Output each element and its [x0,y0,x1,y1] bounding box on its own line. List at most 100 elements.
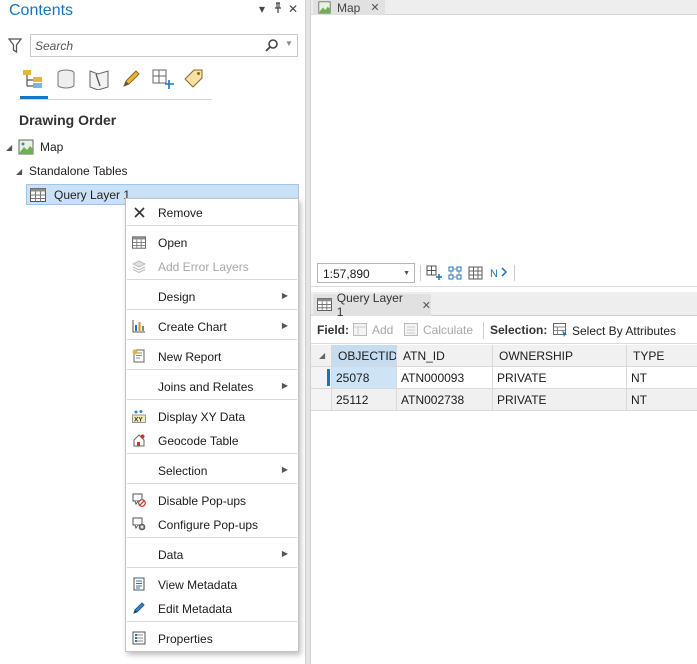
menu-item-disable-pop-ups[interactable]: Disable Pop-ups [126,489,298,511]
map-canvas[interactable] [311,15,697,259]
column-header-atn-id[interactable]: ATN_ID [397,345,493,367]
map-grid-icon[interactable] [426,265,442,284]
drawing-order-heading: Drawing Order [19,112,117,128]
editing-pencil-icon[interactable] [118,66,144,92]
selection-view-icon[interactable] [86,66,112,92]
tree-item-standalone-tables[interactable]: ◢ Standalone Tables [16,161,128,181]
close-tab-icon[interactable]: ✕ [370,1,379,14]
menu-item-data[interactable]: Data ▶ [126,543,298,565]
north-arrow-icon[interactable]: N [490,265,508,284]
tree-item-label: Query Layer 1 [54,187,131,202]
menu-item-properties[interactable]: Properties [126,627,298,649]
add-field-icon [353,323,367,336]
menu-item-selection[interactable]: Selection ▶ [126,459,298,481]
menu-item-label: Design [158,290,196,304]
options-dropdown-icon[interactable]: ▾ [255,2,269,16]
table-icon [317,298,333,312]
close-tab-icon[interactable]: ✕ [422,299,431,312]
expand-triangle-icon[interactable]: ◢ [6,143,16,152]
menu-item-geocode-table[interactable]: Geocode Table [126,429,298,451]
table-cell[interactable]: ATN002738 [397,389,493,411]
active-view-indicator [20,96,48,99]
layers-icon [132,259,146,273]
divider [483,322,484,339]
submenu-arrow-icon: ▶ [281,549,288,558]
table-cell[interactable]: PRIVATE [493,389,627,411]
table-cell[interactable]: 25112 [332,389,397,411]
pin-icon[interactable] [271,2,285,16]
search-icon[interactable] [265,38,279,55]
table-cell[interactable]: ATN000093 [397,367,493,389]
tree-item-map[interactable]: ◢ Map [6,137,63,157]
table-header-row: ◢ OBJECTID ATN_ID OWNERSHIP TYPE [311,345,697,367]
menu-item-create-chart[interactable]: Create Chart ▶ [126,315,298,337]
row-selector[interactable] [311,389,332,411]
table-cell[interactable]: 25078 [332,367,397,389]
tab-map[interactable]: Map ✕ [313,0,385,15]
snapping-toggle-icon[interactable] [447,265,463,284]
menu-item-label: Geocode Table [158,434,239,448]
menu-item-open[interactable]: Open [126,231,298,253]
menu-item-new-report[interactable]: New Report [126,345,298,367]
labeling-icon[interactable] [182,66,208,92]
close-icon [132,205,146,219]
menu-item-display-xy-data[interactable]: XY Display XY Data [126,405,298,427]
grid-table-icon[interactable] [468,265,484,284]
menu-item-label: Remove [158,206,203,220]
expand-triangle-icon[interactable]: ◢ [16,167,26,176]
menu-item-edit-metadata[interactable]: Edit Metadata [126,597,298,619]
menu-item-label: Add Error Layers [158,260,249,274]
menu-item-label: Open [158,236,188,250]
drawing-order-icon[interactable] [20,66,46,92]
calculate-field-button[interactable]: Calculate [404,323,473,337]
search-input[interactable] [35,37,255,55]
menu-separator [127,453,297,454]
column-header-type[interactable]: TYPE [627,345,697,367]
scale-selector[interactable]: 1:57,890 ▼ [317,263,415,283]
tree-item-label: Standalone Tables [29,164,128,178]
column-header-objectid[interactable]: OBJECTID [332,345,397,367]
table-cell[interactable]: NT [627,367,697,389]
tab-query-layer-1[interactable]: Query Layer 1 ✕ [313,291,431,319]
select-by-attributes-label: Select By Attributes [572,323,677,338]
table-row[interactable]: 25112 ATN002738 PRIVATE NT [311,389,697,411]
attribute-table: ◢ OBJECTID ATN_ID OWNERSHIP TYPE 25078 A… [311,345,697,664]
menu-item-label: Edit Metadata [158,602,233,616]
menu-item-view-metadata[interactable]: View Metadata [126,573,298,595]
table-cell[interactable]: PRIVATE [493,367,627,389]
context-menu: Remove Open Add Error Layers Design ▶ Cr… [125,198,299,652]
chevron-down-icon[interactable]: ▼ [403,270,410,277]
menu-item-configure-pop-ups[interactable]: Configure Pop-ups [126,513,298,535]
menu-item-label: View Metadata [158,578,238,592]
menu-separator [127,225,297,226]
menu-item-design[interactable]: Design ▶ [126,285,298,307]
menu-separator [127,399,297,400]
selection-label: Selection: [490,323,548,337]
snapping-icon[interactable] [150,66,176,92]
xy-data-icon: XY [132,409,146,423]
select-all-corner[interactable]: ◢ [311,345,332,367]
tab-label: Query Layer 1 [336,291,403,319]
data-source-icon[interactable] [53,66,79,92]
menu-separator [127,279,297,280]
disable-popups-icon [132,493,146,507]
add-field-label: Add [372,323,394,337]
search-dropdown-icon[interactable]: ▼ [285,39,293,48]
menu-item-remove[interactable]: Remove [126,201,298,223]
map-icon [18,139,36,155]
menu-item-label: Display XY Data [158,410,246,424]
menu-item-add-error-layers: Add Error Layers [126,255,298,277]
column-header-ownership[interactable]: OWNERSHIP [493,345,627,367]
select-by-attributes-button[interactable]: Select By Attributes [553,323,676,338]
close-pane-icon[interactable]: ✕ [286,2,300,16]
add-field-button[interactable]: Add [353,323,393,337]
table-cell[interactable]: NT [627,389,697,411]
table-row[interactable]: 25078 ATN000093 PRIVATE NT [311,367,697,389]
menu-item-joins-and-relates[interactable]: Joins and Relates ▶ [126,375,298,397]
row-selector[interactable] [311,367,332,389]
scale-value: 1:57,890 [323,267,370,281]
select-by-attributes-icon [553,323,567,337]
map-status-bar: 1:57,890 ▼ N [311,259,697,287]
corner-triangle-icon: ◢ [319,351,326,360]
filter-icon[interactable] [7,38,23,57]
